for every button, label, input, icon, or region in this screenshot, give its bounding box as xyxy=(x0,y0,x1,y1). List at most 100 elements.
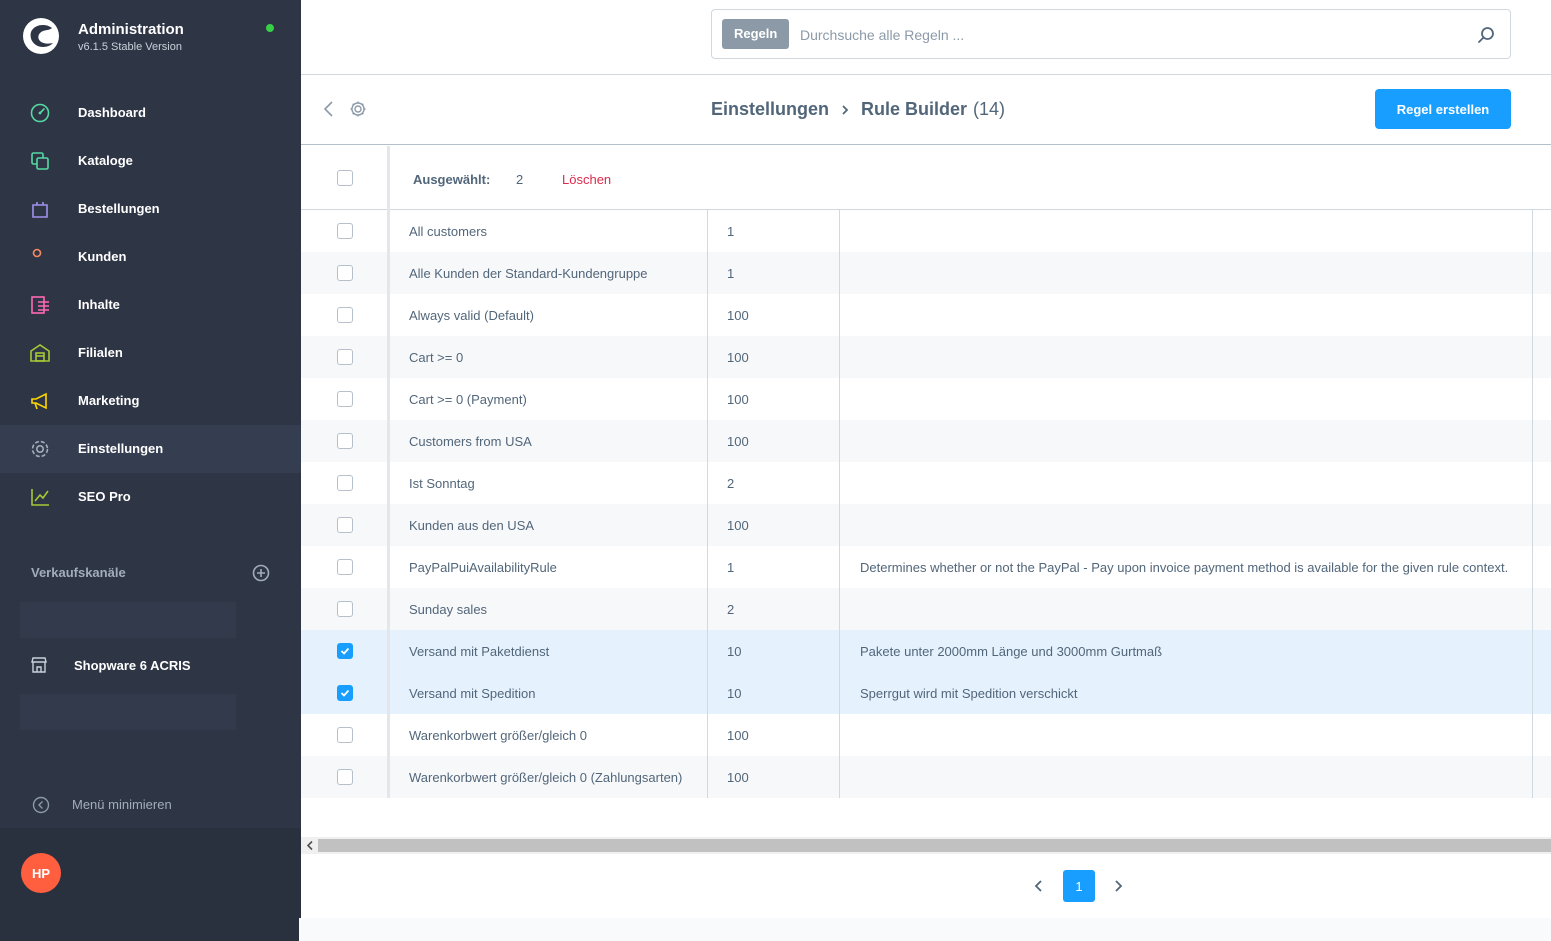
channel-placeholder xyxy=(20,694,236,730)
chevron-right-icon[interactable] xyxy=(1111,878,1125,894)
row-select-checkbox[interactable] xyxy=(337,433,353,449)
sidebar-item-einstellungen[interactable]: Einstellungen xyxy=(0,425,301,473)
sidebar-item-dashboard[interactable]: Dashboard xyxy=(0,89,301,137)
sidebar-item-seo-pro[interactable]: SEO Pro xyxy=(0,473,301,521)
rule-description-cell: Sperrgut wird mit Spedition verschickt xyxy=(860,686,1078,701)
rule-name-cell[interactable]: Kunden aus den USA xyxy=(409,518,534,533)
create-rule-button[interactable]: Regel erstellen xyxy=(1375,89,1511,129)
row-select-checkbox[interactable] xyxy=(337,601,353,617)
scrollbar-thumb[interactable] xyxy=(318,839,1551,852)
rule-name-cell[interactable]: Versand mit Spedition xyxy=(409,686,535,701)
bulk-delete-link[interactable]: Löschen xyxy=(562,172,611,187)
table-row[interactable]: Cart >= 0 (Payment) 100 xyxy=(301,378,1551,420)
table-row[interactable]: Warenkorbwert größer/gleich 0 (Zahlungsa… xyxy=(301,756,1551,798)
row-select-checkbox[interactable] xyxy=(337,559,353,575)
sidebar-item-label: SEO Pro xyxy=(78,489,131,504)
table-row[interactable]: Versand mit Spedition 10 Sperrgut wird mit… xyxy=(301,672,1551,714)
gear-icon xyxy=(31,440,49,458)
minimize-menu-label: Menü minimieren xyxy=(72,797,172,812)
rule-description-cell: Pakete unter 2000mm Länge und 3000mm Gur… xyxy=(860,644,1163,659)
page-button-current[interactable]: 1 xyxy=(1063,870,1095,902)
rule-name-cell[interactable]: Customers from USA xyxy=(409,434,532,449)
table-row[interactable]: Customers from USA 100 xyxy=(301,420,1551,462)
minimize-menu-button[interactable]: Menü minimieren xyxy=(0,786,301,822)
horizontal-scrollbar[interactable] xyxy=(301,837,1551,854)
sidebar-item-inhalte[interactable]: Inhalte xyxy=(0,281,301,329)
breadcrumb-parent[interactable]: Einstellungen xyxy=(711,99,829,120)
table-row[interactable]: Always valid (Default) 100 xyxy=(301,294,1551,336)
rule-name-cell[interactable]: Versand mit Paketdienst xyxy=(409,644,549,659)
app-title: Administration xyxy=(78,21,184,38)
table-row[interactable]: All customers 1 xyxy=(301,210,1551,252)
sales-channels-title: Verkaufskanäle xyxy=(31,565,126,580)
sidebar-item-label: Einstellungen xyxy=(78,441,164,456)
row-select-checkbox[interactable] xyxy=(337,391,353,407)
avatar[interactable]: HP xyxy=(21,853,61,893)
rule-priority-cell: 100 xyxy=(727,308,749,323)
rule-name-cell[interactable]: PayPalPuiAvailabilityRule xyxy=(409,560,557,575)
search-input[interactable] xyxy=(800,22,1450,48)
bulk-selected-count: 2 xyxy=(516,172,524,187)
store-icon xyxy=(30,344,50,362)
row-select-checkbox[interactable] xyxy=(337,517,353,533)
rule-priority-cell: 1 xyxy=(727,560,735,575)
sidebar-item-label: Bestellungen xyxy=(78,201,160,216)
scroll-left-arrow-icon[interactable] xyxy=(305,840,315,851)
sidebar: Administration v6.1.5 Stable Version Das… xyxy=(0,0,301,941)
sidebar-item-label: Dashboard xyxy=(78,105,146,120)
row-select-checkbox[interactable] xyxy=(337,643,353,659)
rule-priority-cell: 1 xyxy=(727,224,735,239)
row-select-checkbox[interactable] xyxy=(337,727,353,743)
table-row[interactable]: PayPalPuiAvailabilityRule 1 Determines whe… xyxy=(301,546,1551,588)
table-row[interactable]: Alle Kunden der Standard-Kundengruppe 1 xyxy=(301,252,1551,294)
select-all-checkbox[interactable] xyxy=(337,170,353,186)
rule-name-cell[interactable]: Cart >= 0 xyxy=(409,350,463,365)
table-row[interactable]: Ist Sonntag 2 xyxy=(301,462,1551,504)
sales-channel-item[interactable]: Shopware 6 ACRIS xyxy=(0,642,301,688)
table-row[interactable]: Cart >= 0 100 xyxy=(301,336,1551,378)
row-select-checkbox[interactable] xyxy=(337,307,353,323)
rule-name-cell[interactable]: Warenkorbwert größer/gleich 0 (Zahlungsa… xyxy=(409,770,682,785)
chevron-left-circle-icon xyxy=(32,796,50,814)
rule-name-cell[interactable]: Cart >= 0 (Payment) xyxy=(409,392,527,407)
table-row[interactable]: Sunday sales 2 xyxy=(301,588,1551,630)
app-version: v6.1.5 Stable Version xyxy=(78,41,182,53)
search-icon[interactable] xyxy=(1476,25,1496,45)
bulk-selected-label: Ausgewählt: xyxy=(413,172,491,187)
rule-count: (14) xyxy=(973,99,1006,119)
search-type-tag[interactable]: Regeln xyxy=(722,19,790,49)
gear-icon[interactable] xyxy=(349,100,367,118)
status-dot xyxy=(266,24,274,32)
row-select-checkbox[interactable] xyxy=(337,769,353,785)
rule-priority-cell: 100 xyxy=(727,350,749,365)
smart-bar: Einstellungen Rule Builder (14) Regel er… xyxy=(301,75,1551,145)
rule-name-cell[interactable]: All customers xyxy=(409,224,487,239)
column-divider xyxy=(707,210,708,798)
channel-placeholder xyxy=(20,602,236,638)
row-select-checkbox[interactable] xyxy=(337,475,353,491)
rule-name-cell[interactable]: Alle Kunden der Standard-Kundengruppe xyxy=(409,266,648,281)
rule-name-cell[interactable]: Sunday sales xyxy=(409,602,487,617)
sidebar-item-kataloge[interactable]: Kataloge xyxy=(0,137,301,185)
sidebar-item-marketing[interactable]: Marketing xyxy=(0,377,301,425)
row-select-checkbox[interactable] xyxy=(337,685,353,701)
row-select-checkbox[interactable] xyxy=(337,223,353,239)
content-icon xyxy=(31,296,49,314)
sidebar-item-kunden[interactable]: Kunden xyxy=(0,233,301,281)
rule-name-cell[interactable]: Always valid (Default) xyxy=(409,308,534,323)
row-select-checkbox[interactable] xyxy=(337,265,353,281)
sales-channel-label: Shopware 6 ACRIS xyxy=(74,658,191,673)
user-area: HP xyxy=(0,828,301,941)
sidebar-item-bestellungen[interactable]: Bestellungen xyxy=(0,185,301,233)
rule-name-cell[interactable]: Warenkorbwert größer/gleich 0 xyxy=(409,728,587,743)
sidebar-item-filialen[interactable]: Filialen xyxy=(0,329,301,377)
row-select-checkbox[interactable] xyxy=(337,349,353,365)
chevron-left-icon[interactable] xyxy=(1032,878,1046,894)
table-row[interactable]: Kunden aus den USA 100 xyxy=(301,504,1551,546)
table-row[interactable]: Versand mit Paketdienst 10 Pakete unter 20… xyxy=(301,630,1551,672)
add-circle-icon[interactable] xyxy=(251,563,271,583)
back-arrow-icon[interactable] xyxy=(320,99,338,119)
table-row[interactable]: Warenkorbwert größer/gleich 0 100 xyxy=(301,714,1551,756)
rule-name-cell[interactable]: Ist Sonntag xyxy=(409,476,475,491)
footer-strip xyxy=(299,918,1551,941)
